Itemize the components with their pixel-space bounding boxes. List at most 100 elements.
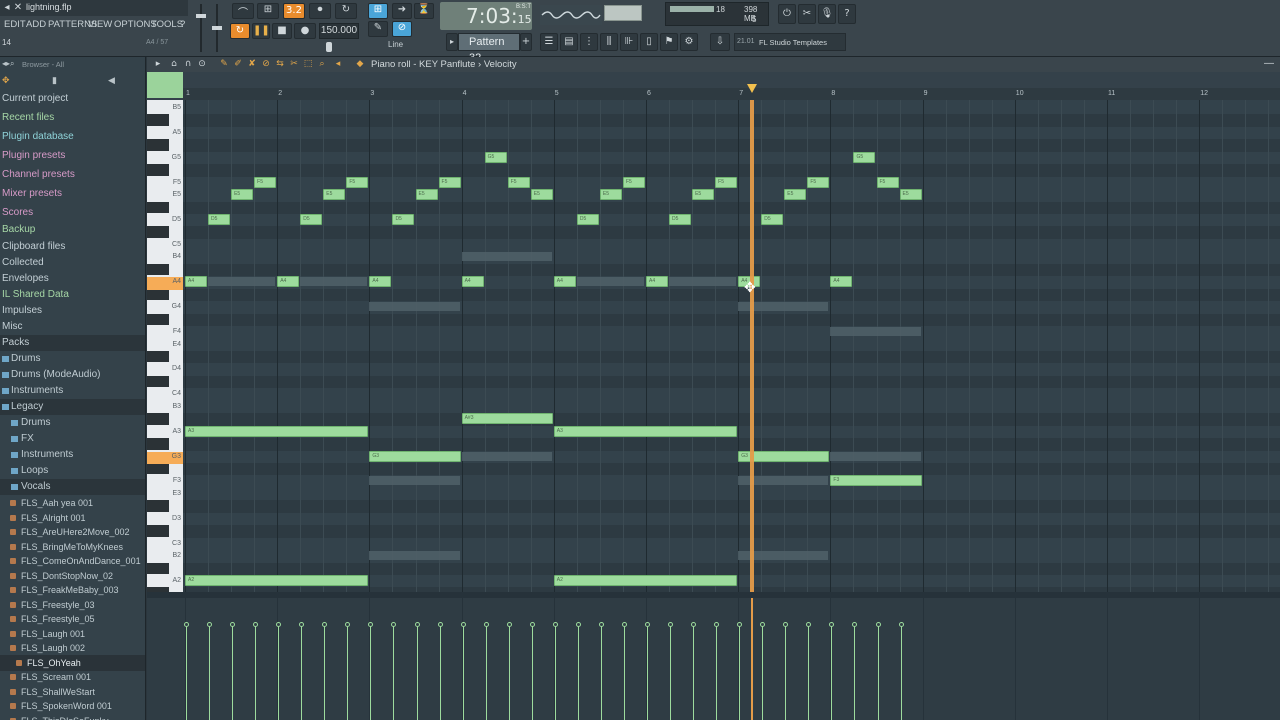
black-key[interactable] <box>147 201 169 214</box>
black-key[interactable] <box>147 313 169 326</box>
playhead-marker-icon[interactable] <box>747 84 758 93</box>
browser-icon[interactable]: ▯ <box>640 33 658 51</box>
velocity-stem[interactable] <box>716 625 718 720</box>
pattern-song-toggle-icon[interactable]: ↻ <box>230 23 250 39</box>
browser-item[interactable]: Loops <box>0 463 145 479</box>
tempo-display[interactable]: 150.000 <box>319 23 359 39</box>
browser-item[interactable]: FLS_ThisDIsSoFunky <box>0 713 145 720</box>
note[interactable]: A4 <box>553 276 576 288</box>
microphone-icon[interactable]: 🎙 <box>818 4 836 24</box>
browser-item[interactable]: Clipboard files <box>0 239 145 255</box>
menu-view[interactable]: VIEW <box>88 19 112 30</box>
note-grid[interactable]: D5 E5 F5 D5 E5 F5 D5 E5 F5 G5 F5 E5 D5 E5 F5 D5 E5 F5 D5 E5… <box>183 100 1280 663</box>
black-key[interactable] <box>147 525 169 537</box>
piano-roll-icon[interactable]: ▤ <box>560 33 578 51</box>
velocity-handle[interactable] <box>322 622 328 628</box>
note[interactable]: E5 <box>415 189 438 201</box>
velocity-stem[interactable] <box>577 625 579 720</box>
velocity-handle[interactable] <box>668 622 674 628</box>
select-tool-icon[interactable]: ⬚ <box>303 59 313 69</box>
black-key[interactable] <box>147 462 169 475</box>
mute-tool-icon[interactable]: ⊘ <box>261 59 271 69</box>
delete-tool-icon[interactable]: ✘ <box>247 59 257 69</box>
velocity-handle[interactable] <box>345 622 351 628</box>
note[interactable]: D5 <box>392 214 415 226</box>
playhead[interactable] <box>750 100 755 663</box>
stop-button[interactable]: ■ <box>272 23 292 39</box>
black-key[interactable] <box>147 114 169 126</box>
velocity-handle[interactable] <box>184 622 189 628</box>
velocity-handle[interactable] <box>691 622 697 628</box>
slip-tool-icon[interactable]: ⇆ <box>275 59 285 69</box>
velocity-stem[interactable] <box>393 625 395 720</box>
velocity-handle[interactable] <box>875 622 881 628</box>
news-text[interactable]: FL Studio Templates <box>759 38 827 47</box>
velocity-stem[interactable] <box>623 625 625 720</box>
velocity-handle[interactable] <box>299 622 305 628</box>
note[interactable]: D5 <box>300 214 323 226</box>
browser-item[interactable]: Packs <box>0 335 145 351</box>
zoom-tool-icon[interactable]: ⌕ <box>317 59 327 69</box>
note[interactable]: E5 <box>530 189 553 201</box>
snap-mode-label[interactable]: Line <box>388 40 403 49</box>
slice-tool-icon[interactable]: ✂ <box>289 59 299 69</box>
velocity-stem[interactable] <box>347 625 349 720</box>
velocity-handle[interactable] <box>230 622 236 628</box>
velocity-stem[interactable] <box>186 625 187 720</box>
channel-rack-icon[interactable]: ⋮ <box>580 33 598 51</box>
browser-item[interactable]: Legacy <box>0 399 145 415</box>
note[interactable]: A4 <box>369 276 392 288</box>
velocity-stem[interactable] <box>462 625 464 720</box>
browser-item[interactable]: Mixer presets <box>0 186 145 202</box>
plugin-icon[interactable]: ⚑ <box>660 33 678 51</box>
velocity-stem[interactable] <box>854 625 856 720</box>
velocity-handle[interactable] <box>645 622 650 628</box>
velocity-stem[interactable] <box>301 625 303 720</box>
record-button[interactable]: ● <box>294 23 316 39</box>
help-icon[interactable]: ? <box>838 4 856 24</box>
event-target[interactable]: Velocity <box>484 59 517 70</box>
velocity-stem[interactable] <box>554 625 556 720</box>
velocity-stem[interactable] <box>600 625 602 720</box>
velocity-handle[interactable] <box>829 622 835 628</box>
note[interactable]: F5 <box>438 176 461 188</box>
velocity-stem[interactable] <box>232 625 234 720</box>
velocity-stem[interactable] <box>693 625 695 720</box>
velocity-stem[interactable] <box>485 625 487 720</box>
velocity-handle[interactable] <box>552 622 558 628</box>
note[interactable]: D5 <box>576 214 599 226</box>
browser-item[interactable]: Vocals <box>0 479 145 495</box>
brush-icon[interactable]: ✎ <box>368 21 388 37</box>
black-key[interactable] <box>147 562 169 574</box>
note[interactable]: F5 <box>346 176 369 188</box>
pattern-add-button[interactable]: + <box>520 33 532 51</box>
metronome-icon[interactable]: ⌒ <box>232 3 254 19</box>
note[interactable]: G5 <box>484 151 507 163</box>
note[interactable]: G3 <box>369 450 461 462</box>
velocity-handle[interactable] <box>575 622 581 628</box>
note[interactable]: F5 <box>254 176 277 188</box>
note[interactable]: F5 <box>715 176 738 188</box>
velocity-stem[interactable] <box>278 625 280 720</box>
note[interactable]: F5 <box>807 176 830 188</box>
note[interactable]: A3 <box>185 425 369 437</box>
search-icon[interactable]: ⌕ <box>10 59 14 69</box>
minimize-icon[interactable]: — <box>1264 58 1274 69</box>
draw-tool-icon[interactable]: ✎ <box>219 59 229 69</box>
piano-keyboard[interactable]: B5 A5 G5 F5 E5 D5 C5 B4 A4 G4 F4 E4 D4 C4 B3 A3 G3 F3 E3 D3… <box>147 100 183 663</box>
loop-record-icon[interactable]: ↻ <box>335 3 357 19</box>
tools-icon[interactable]: ✂ <box>798 4 816 24</box>
playlist-icon[interactable]: ☰ <box>540 33 558 51</box>
tempo-knob[interactable] <box>326 42 332 52</box>
velocity-handle[interactable] <box>253 622 259 628</box>
link-icon[interactable]: ⊘ <box>392 21 412 37</box>
note[interactable]: E5 <box>323 189 346 201</box>
velocity-stem[interactable] <box>439 625 441 720</box>
options-arrow-icon[interactable]: ▸ <box>153 59 163 69</box>
velocity-handle[interactable] <box>414 622 420 628</box>
velocity-stem[interactable] <box>785 625 787 720</box>
arrow-right-icon[interactable]: ➜ <box>392 3 412 19</box>
play-circle-icon[interactable]: ⊙ <box>197 59 207 69</box>
browser-item[interactable]: Instruments <box>0 447 145 463</box>
note[interactable]: A4 <box>646 276 669 288</box>
